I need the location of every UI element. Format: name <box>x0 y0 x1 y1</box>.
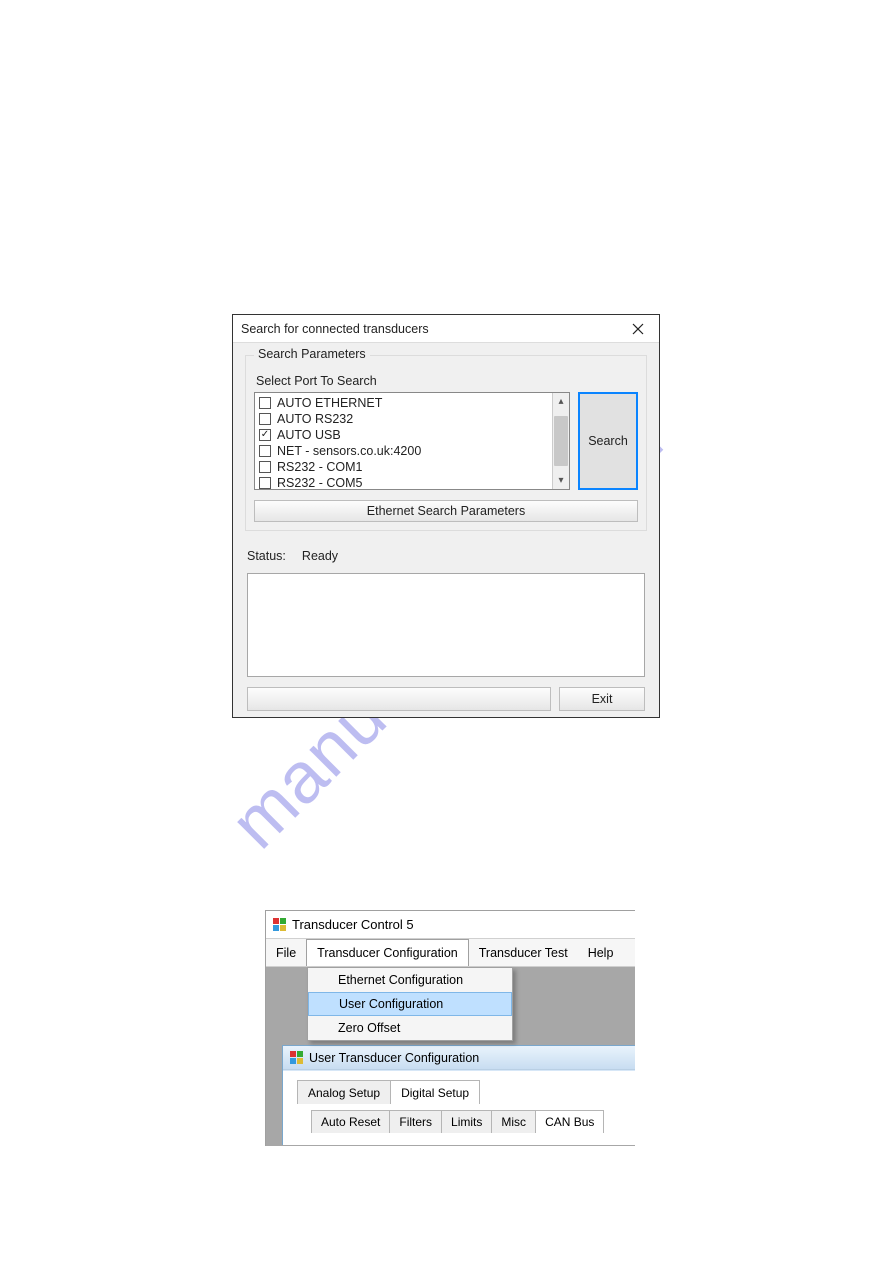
search-dialog: Search for connected transducers Search … <box>232 314 660 718</box>
menu-item-zero-offset[interactable]: Zero Offset <box>308 1016 512 1040</box>
dialog-title: Search for connected transducers <box>241 322 429 336</box>
config-dropdown: Ethernet Configuration User Configuratio… <box>307 967 513 1041</box>
main-tab-row: Analog Setup Digital Setup <box>297 1080 635 1104</box>
results-textbox[interactable] <box>247 573 645 677</box>
search-parameters-group: Search Parameters Select Port To Search … <box>245 355 647 531</box>
bottom-button-row: Exit <box>247 687 645 711</box>
dialog-titlebar: Search for connected transducers <box>233 315 659 343</box>
window-titlebar: Transducer Control 5 <box>266 911 635 939</box>
group-legend: Search Parameters <box>254 347 370 361</box>
tab-misc[interactable]: Misc <box>491 1110 536 1133</box>
sub-tab-row: Auto Reset Filters Limits Misc CAN Bus <box>311 1110 635 1133</box>
checkbox-icon[interactable] <box>259 461 271 473</box>
checkbox-icon[interactable]: ✓ <box>259 429 271 441</box>
list-item[interactable]: ✓ AUTO USB <box>259 427 552 443</box>
exit-button[interactable]: Exit <box>559 687 645 711</box>
user-config-child-window: User Transducer Configuration Analog Set… <box>282 1045 635 1145</box>
empty-button[interactable] <box>247 687 551 711</box>
menu-transducer-configuration[interactable]: Transducer Configuration <box>306 939 469 966</box>
scroll-up-icon[interactable]: ▴ <box>553 393 569 410</box>
tab-filters[interactable]: Filters <box>389 1110 442 1133</box>
port-label: NET - sensors.co.uk:4200 <box>277 444 421 458</box>
menu-help[interactable]: Help <box>578 939 624 966</box>
list-item[interactable]: RS232 - COM5 <box>259 475 552 489</box>
search-button[interactable]: Search <box>578 392 638 490</box>
port-listbox[interactable]: AUTO ETHERNET AUTO RS232 ✓ AUTO USB NET -… <box>254 392 570 490</box>
tab-limits[interactable]: Limits <box>441 1110 492 1133</box>
transducer-control-window: Transducer Control 5 File Transducer Con… <box>265 910 635 1146</box>
menu-transducer-test[interactable]: Transducer Test <box>469 939 578 966</box>
scroll-down-icon[interactable]: ▾ <box>553 472 569 489</box>
close-button[interactable] <box>623 318 653 340</box>
close-icon <box>632 323 644 335</box>
app-icon <box>272 918 286 932</box>
menubar: File Transducer Configuration Transducer… <box>266 939 635 967</box>
tab-analog-setup[interactable]: Analog Setup <box>297 1080 391 1104</box>
port-label: RS232 - COM5 <box>277 476 362 489</box>
list-item[interactable]: AUTO RS232 <box>259 411 552 427</box>
list-item[interactable]: AUTO ETHERNET <box>259 395 552 411</box>
ethernet-params-button[interactable]: Ethernet Search Parameters <box>254 500 638 522</box>
status-label: Status: <box>247 549 286 563</box>
checkbox-icon[interactable] <box>259 397 271 409</box>
scroll-thumb[interactable] <box>554 416 568 466</box>
status-row: Status: Ready <box>247 549 645 563</box>
child-titlebar: User Transducer Configuration <box>283 1046 635 1070</box>
tab-can-bus[interactable]: CAN Bus <box>535 1110 604 1133</box>
port-label: AUTO RS232 <box>277 412 353 426</box>
port-label: AUTO ETHERNET <box>277 396 382 410</box>
checkbox-icon[interactable] <box>259 413 271 425</box>
checkbox-icon[interactable] <box>259 477 271 489</box>
menu-file[interactable]: File <box>266 939 306 966</box>
status-value: Ready <box>302 549 338 563</box>
scrollbar[interactable]: ▴ ▾ <box>552 393 569 489</box>
menu-item-ethernet-config[interactable]: Ethernet Configuration <box>308 968 512 992</box>
port-label: AUTO USB <box>277 428 341 442</box>
app-icon <box>289 1051 303 1065</box>
list-item[interactable]: NET - sensors.co.uk:4200 <box>259 443 552 459</box>
select-port-label: Select Port To Search <box>256 374 638 388</box>
child-window-title: User Transducer Configuration <box>309 1051 479 1065</box>
port-label: RS232 - COM1 <box>277 460 362 474</box>
tab-auto-reset[interactable]: Auto Reset <box>311 1110 390 1133</box>
menu-item-user-config[interactable]: User Configuration <box>308 992 512 1016</box>
checkbox-icon[interactable] <box>259 445 271 457</box>
window-title: Transducer Control 5 <box>292 917 414 932</box>
tab-digital-setup[interactable]: Digital Setup <box>390 1080 480 1104</box>
list-item[interactable]: RS232 - COM1 <box>259 459 552 475</box>
